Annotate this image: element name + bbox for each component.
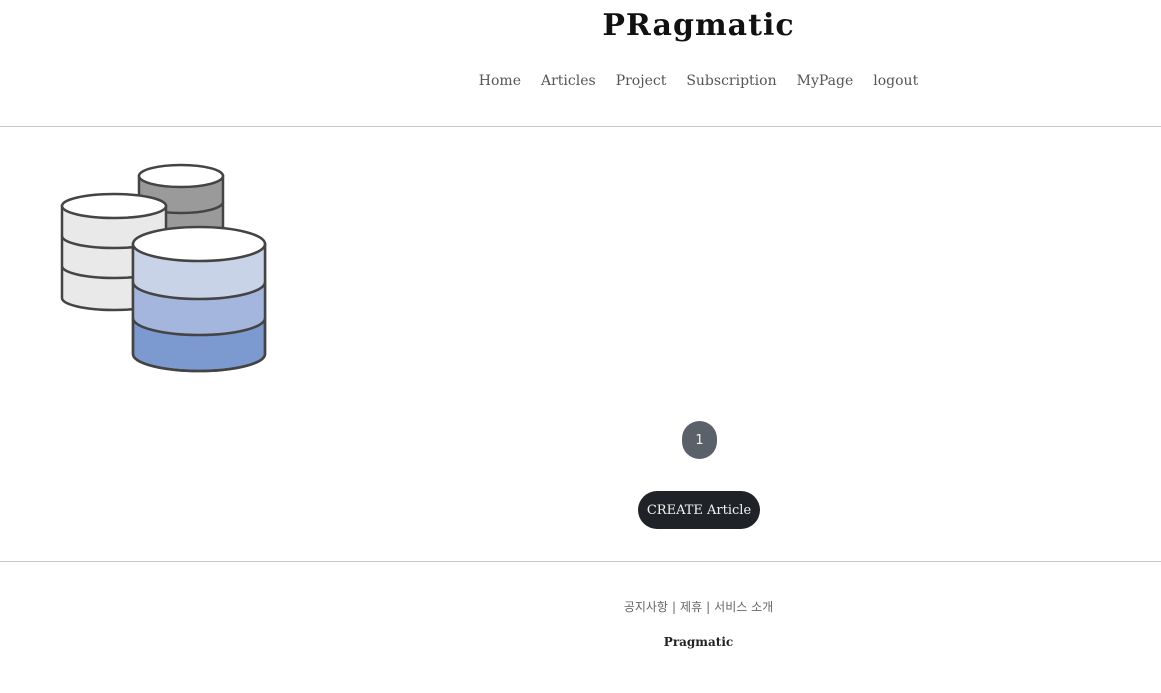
footer-link-partnership[interactable]: 제휴 xyxy=(680,600,702,614)
footer-links: 공지사항 | 제휴 | 서비스 소개 xyxy=(0,598,1161,615)
front-cylinder xyxy=(131,225,267,373)
footer-separator: | xyxy=(706,600,711,614)
site-logo[interactable]: PRagmatic xyxy=(0,8,1161,43)
footer-separator: | xyxy=(671,600,677,614)
footer-divider xyxy=(0,561,1161,562)
header-divider xyxy=(0,126,1161,127)
nav-logout[interactable]: logout xyxy=(873,73,918,89)
nav-project[interactable]: Project xyxy=(616,73,667,89)
article-card[interactable] xyxy=(55,158,275,378)
site-header: PRagmatic Home Articles Project Subscrip… xyxy=(0,0,1161,127)
nav-subscription[interactable]: Subscription xyxy=(686,73,776,89)
main-nav: Home Articles Project Subscription MyPag… xyxy=(0,73,1161,89)
nav-articles[interactable]: Articles xyxy=(541,73,596,89)
pagination-page-1[interactable]: 1 xyxy=(682,421,717,459)
database-stack-icon xyxy=(60,163,267,373)
footer-link-notice[interactable]: 공지사항 xyxy=(624,600,668,614)
nav-home[interactable]: Home xyxy=(479,73,521,89)
nav-mypage[interactable]: MyPage xyxy=(797,73,854,89)
create-article-button[interactable]: CREATE Article xyxy=(638,491,760,529)
footer-link-service-intro[interactable]: 서비스 소개 xyxy=(714,600,773,614)
footer-brand: Pragmatic xyxy=(663,635,734,649)
